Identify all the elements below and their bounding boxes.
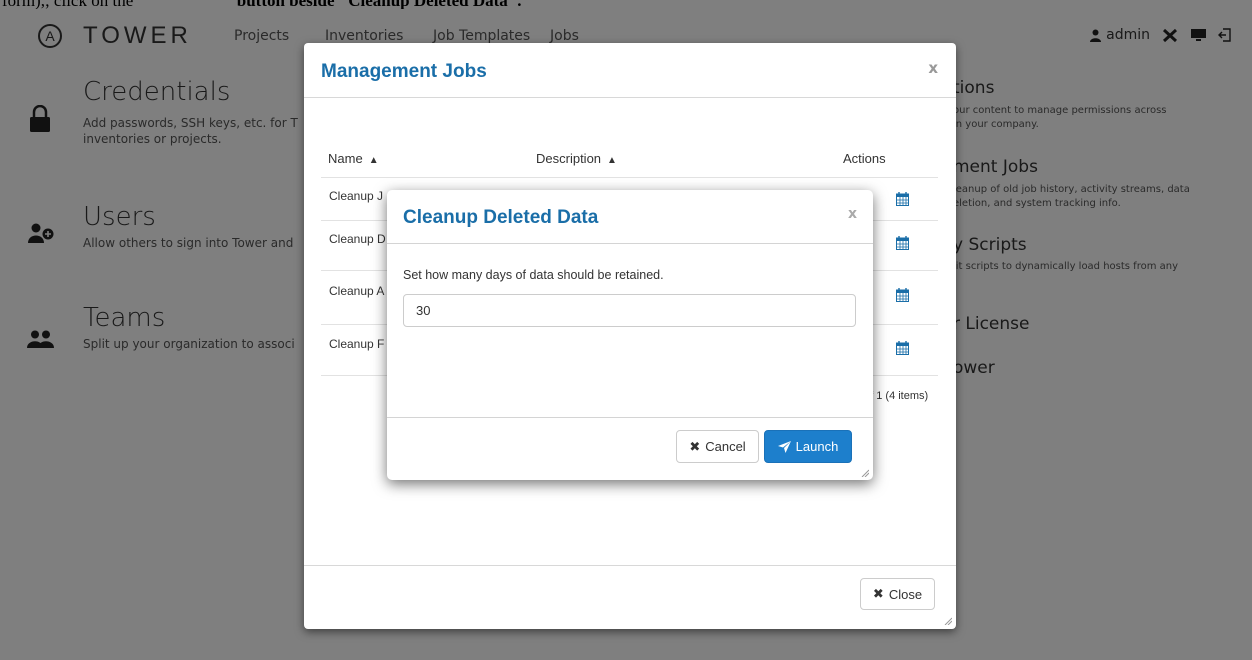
cleanup-deleted-data-modal: Cleanup Deleted Data x Set how many days… [387,190,873,480]
cancel-button[interactable]: ✖ Cancel [676,430,759,463]
divider [304,565,956,566]
table-row-name: Cleanup A [329,284,385,298]
rocket-icon [777,440,791,453]
cleanup-dialog-close-x[interactable]: x [848,206,857,222]
pagination-info: of 1 (4 items) [864,390,929,402]
close-icon: ✖ [872,586,884,601]
resize-grip-icon[interactable] [861,469,869,477]
column-header-name[interactable]: Name ▲︎ [328,151,379,166]
management-jobs-title: Management Jobs [321,61,487,82]
divider [387,243,873,244]
launch-button[interactable]: Launch [764,430,852,463]
table-row-name: Cleanup J [329,189,384,203]
table-row-name: Cleanup F [329,337,385,351]
sort-icon: ▲︎ [607,155,617,166]
table-row-name: Cleanup D [329,232,386,246]
resize-grip-icon[interactable] [944,617,952,625]
divider [387,417,873,418]
cancel-icon: ✖ [689,438,701,454]
management-jobs-close-x[interactable]: x [928,59,938,77]
divider [304,97,956,98]
retention-help-text: Set how many days of data should be reta… [403,268,664,282]
column-header-actions: Actions [843,151,886,166]
schedule-calendar-icon[interactable] [896,236,909,250]
schedule-calendar-icon[interactable] [896,192,909,206]
days-to-keep-input[interactable] [403,294,856,327]
sort-icon: ▲︎ [368,155,379,166]
close-button[interactable]: ✖ Close [860,578,935,610]
column-header-description[interactable]: Description ▲︎ [536,151,617,166]
cleanup-dialog-title: Cleanup Deleted Data [403,207,599,228]
row-divider [321,177,938,178]
schedule-calendar-icon[interactable] [896,288,909,302]
schedule-calendar-icon[interactable] [896,341,909,355]
